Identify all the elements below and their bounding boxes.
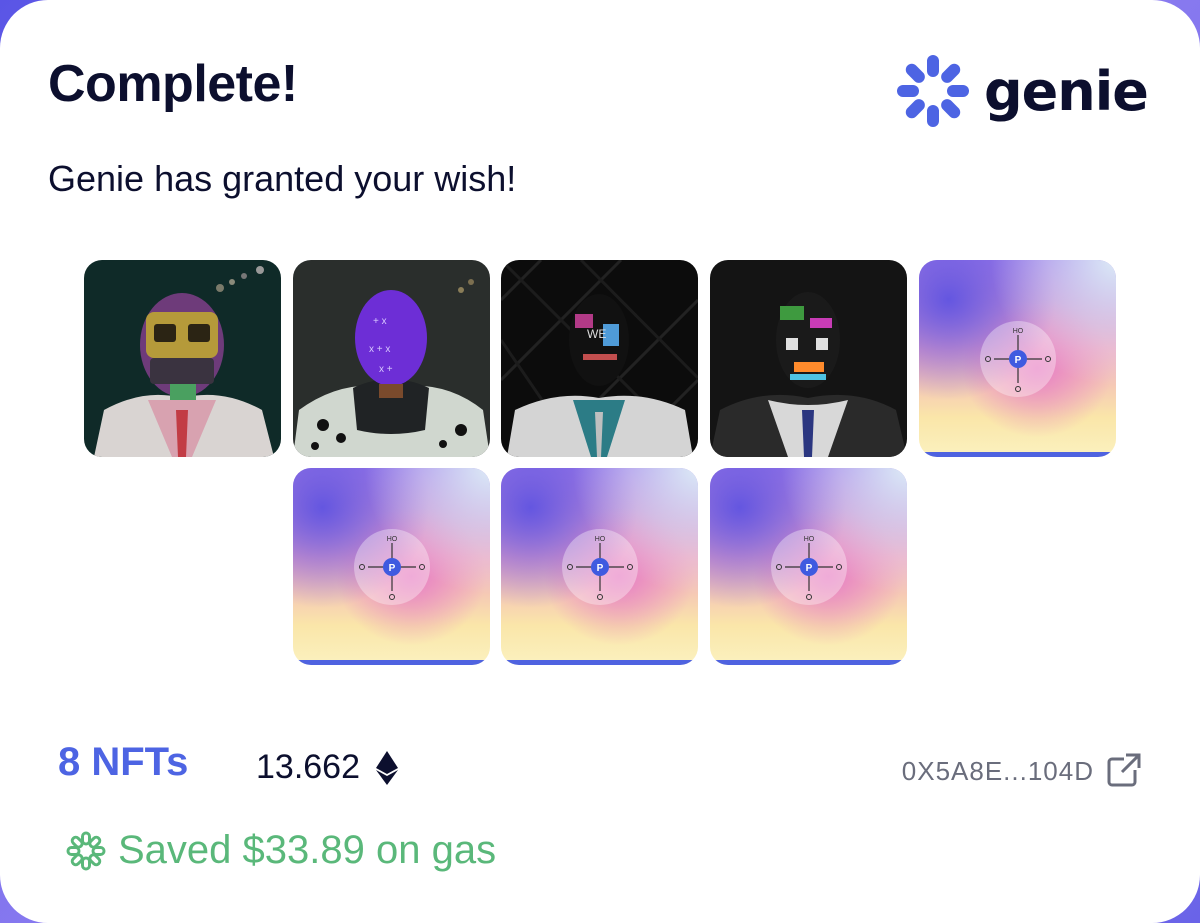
nft-tile-2[interactable]: + x x + x x + <box>293 260 490 457</box>
svg-text:+ x: + x <box>373 316 387 327</box>
compass-label: HO <box>386 536 397 543</box>
nft-tile-3[interactable]: WE <box>501 260 698 457</box>
external-link-icon[interactable] <box>1106 752 1142 788</box>
nft-placeholder-compass-icon: HO P <box>353 528 430 605</box>
ethereum-icon <box>376 750 398 785</box>
nft-placeholder-compass-icon: HO P <box>979 320 1056 397</box>
compass-center-letter: P <box>388 563 395 574</box>
nft-portrait-gold-mask-icon <box>84 260 281 457</box>
svg-text:x +: x + <box>379 364 393 375</box>
nft-tile-8[interactable]: HO P <box>710 468 907 665</box>
nft-portrait-purple-head-icon: + x x + x x + <box>293 260 490 457</box>
genie-star-icon <box>66 831 106 870</box>
compass-center-letter: P <box>1014 355 1021 366</box>
price-value: 13.662 <box>256 748 360 786</box>
nft-portrait-graffiti-skull-icon <box>710 260 907 457</box>
gas-savings: Saved $33.89 on gas <box>66 828 496 873</box>
nft-placeholder-compass-icon: HO P <box>770 528 847 605</box>
total-price: 13.662 <box>256 748 398 787</box>
nft-count: 8 NFTs <box>58 740 189 784</box>
compass-label: HO <box>594 536 605 543</box>
window-frame: Complete! Genie has granted your wish! g… <box>0 0 1200 923</box>
nft-placeholder-compass-icon: HO P <box>561 528 638 605</box>
nft-tile-1[interactable] <box>84 260 281 457</box>
nft-tile-7[interactable]: HO P <box>501 468 698 665</box>
compass-label: HO <box>803 536 814 543</box>
svg-text:WE: WE <box>587 327 606 341</box>
compass-center-letter: P <box>805 563 812 574</box>
completion-card: Complete! Genie has granted your wish! g… <box>0 0 1200 923</box>
savings-text: Saved $33.89 on gas <box>118 828 497 872</box>
compass-center-letter: P <box>596 563 603 574</box>
nft-tile-5[interactable]: HO P <box>919 260 1116 457</box>
nft-portrait-graffiti-dark-icon: WE <box>501 260 698 457</box>
compass-label: HO <box>1012 328 1023 335</box>
wallet-address[interactable]: 0X5A8E...104D <box>902 756 1094 787</box>
nft-tile-6[interactable]: HO P <box>293 468 490 665</box>
svg-text:x + x: x + x <box>369 344 390 355</box>
nft-tile-4[interactable] <box>710 260 907 457</box>
